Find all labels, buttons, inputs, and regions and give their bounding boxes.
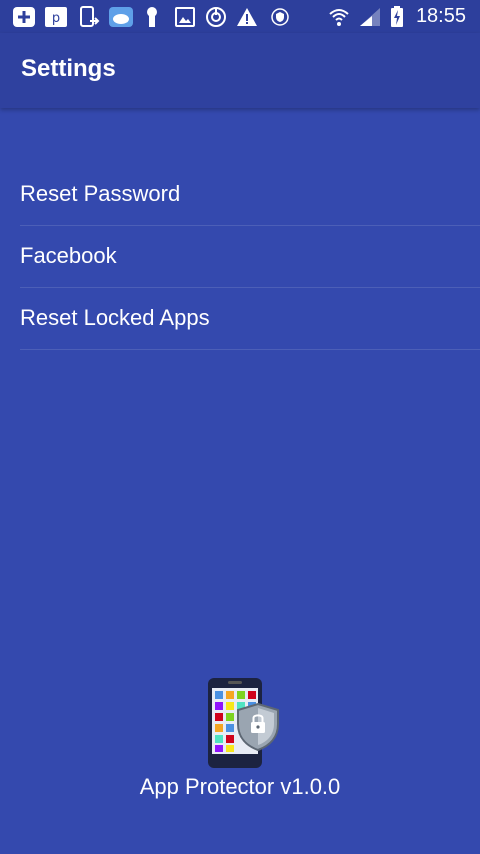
menu-item-facebook[interactable]: Facebook xyxy=(20,226,480,288)
phone-lock-shield-icon xyxy=(208,678,279,768)
status-bar: p 18:55 xyxy=(0,0,480,33)
battery-charging-icon xyxy=(391,6,403,27)
app-version-label: App Protector v1.0.0 xyxy=(139,774,341,799)
menu-item-reset-password[interactable]: Reset Password xyxy=(20,164,480,226)
add-box-icon xyxy=(13,7,35,27)
status-time: 18:55 xyxy=(415,5,466,27)
image-icon xyxy=(175,7,195,27)
warning-icon xyxy=(237,8,257,26)
keyhole-icon xyxy=(147,7,157,27)
wifi-icon xyxy=(329,9,349,26)
page-title: Settings xyxy=(21,55,116,82)
cloud-app-icon xyxy=(109,7,133,27)
signal-icon xyxy=(360,8,380,26)
menu-item-label: Reset Password xyxy=(20,181,181,206)
menu-item-reset-locked-apps[interactable]: Reset Locked Apps xyxy=(20,288,480,350)
svg-text:p: p xyxy=(52,11,60,26)
phone-arrow-icon xyxy=(80,6,100,27)
p-app-icon: p xyxy=(45,7,67,27)
menu-item-label: Reset Locked Apps xyxy=(20,305,210,330)
power-icon xyxy=(206,7,226,27)
shield-small-icon xyxy=(271,8,289,26)
menu-item-label: Facebook xyxy=(20,243,117,268)
settings-menu: Reset Password Facebook Reset Locked App… xyxy=(0,164,480,350)
app-bar: Settings xyxy=(0,33,480,108)
